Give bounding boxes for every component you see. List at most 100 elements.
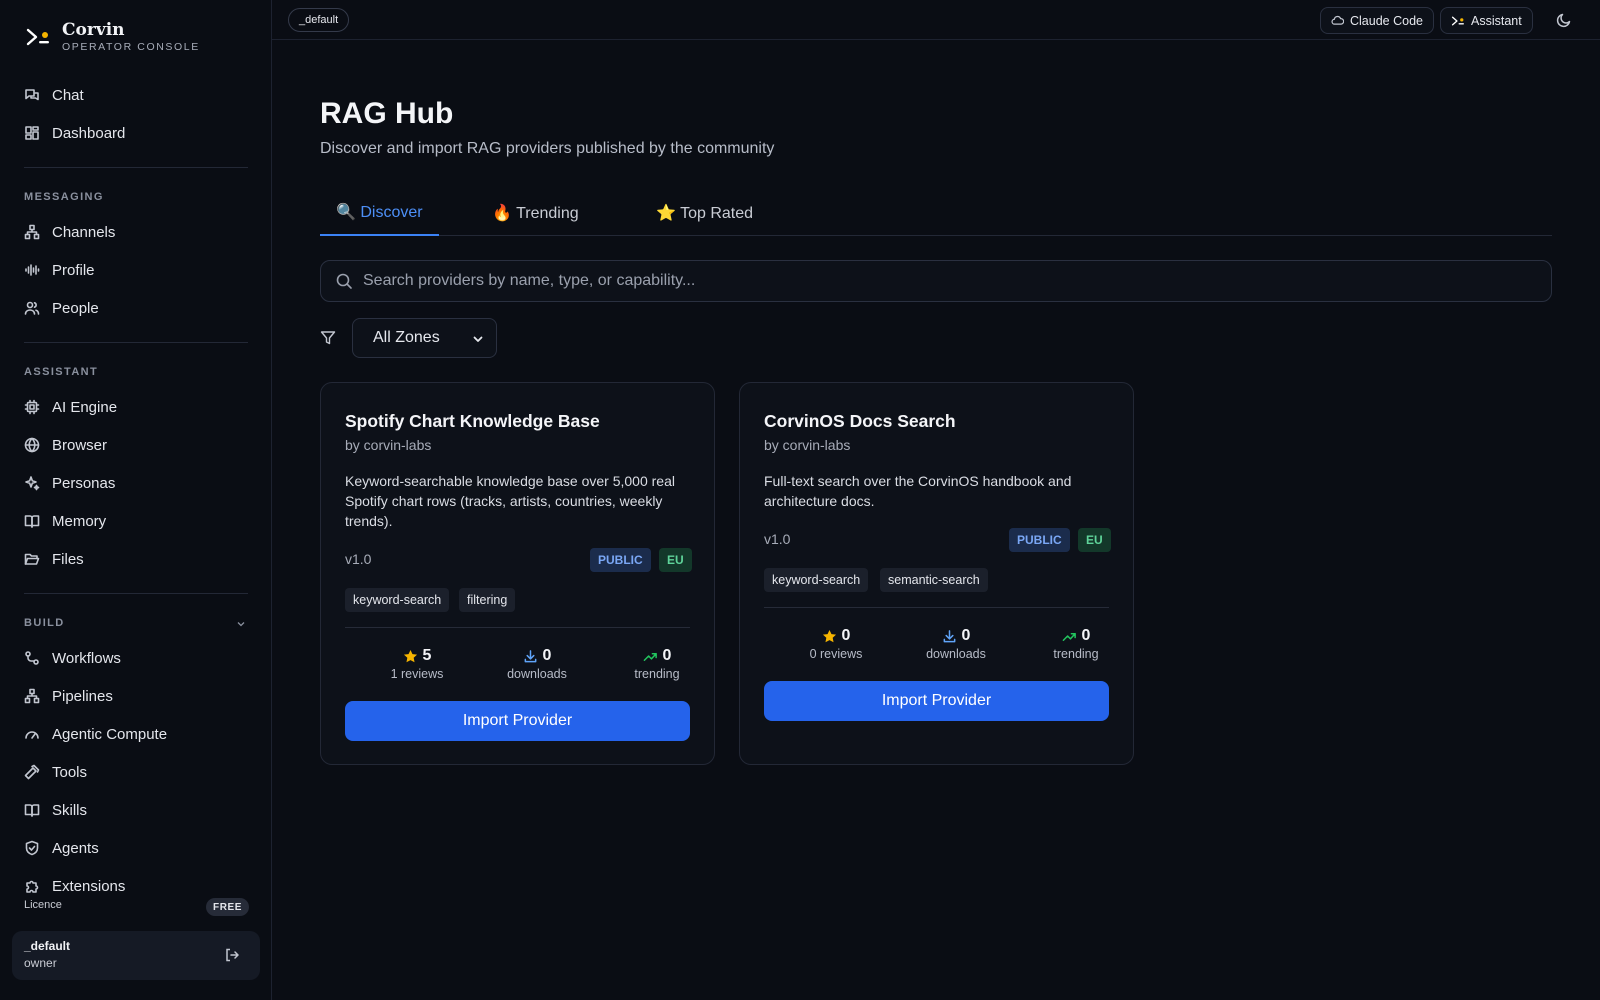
visibility-badge: PUBLIC	[590, 548, 651, 572]
sidebar-item-browser[interactable]: Browser	[24, 433, 107, 457]
sidebar-item-label: Agentic Compute	[52, 725, 168, 743]
sidebar-item-dashboard[interactable]: Dashboard	[24, 121, 125, 145]
logout-icon[interactable]	[224, 947, 240, 963]
sidebar-item-personas[interactable]: Personas	[24, 471, 115, 495]
sidebar-item-workflows[interactable]: Workflows	[24, 646, 121, 670]
sidebar-item-label: Pipelines	[52, 687, 113, 705]
cloud-icon	[1331, 15, 1344, 25]
sidebar-item-people[interactable]: People	[24, 296, 99, 320]
sidebar: Corvin OPERATOR CONSOLE Chat Dashboard M…	[0, 0, 272, 1000]
download-icon	[943, 629, 955, 642]
provider-author: by corvin-labs	[764, 437, 851, 453]
page-subtitle: Discover and import RAG providers publis…	[320, 140, 775, 157]
shield-check-icon	[25, 840, 39, 856]
tab-bar: 🔍 Discover 🔥 Trending ⭐ Top Rated	[320, 190, 1552, 236]
sidebar-item-profile[interactable]: Profile	[24, 258, 95, 282]
divider	[764, 607, 1109, 608]
provider-card: Spotify Chart Knowledge Base by corvin-l…	[320, 382, 715, 765]
provider-version: v1.0	[764, 531, 791, 547]
folder-open-icon	[24, 553, 40, 565]
tab-top-rated[interactable]: ⭐ Top Rated	[640, 190, 769, 236]
rating-stat: 0 0 reviews	[786, 627, 886, 661]
zone-badge: EU	[1078, 528, 1111, 552]
sidebar-item-label: Personas	[52, 474, 116, 492]
capability-tag: semantic-search	[880, 568, 988, 592]
divider	[24, 593, 248, 594]
channels-icon	[24, 224, 40, 240]
chevron-down-icon[interactable]	[236, 619, 246, 629]
sidebar-item-label: Skills	[52, 801, 88, 819]
divider	[24, 342, 248, 343]
brand-subtitle: OPERATOR CONSOLE	[62, 41, 200, 53]
trending-stat: 0 trending	[1026, 627, 1126, 661]
zone-select-value: All Zones	[373, 329, 440, 346]
globe-icon	[24, 437, 40, 453]
tab-trending[interactable]: 🔥 Trending	[476, 190, 595, 236]
corvin-logo-icon	[1451, 16, 1464, 25]
zone-badge: EU	[659, 548, 692, 572]
dashboard-icon	[25, 126, 39, 140]
star-icon	[403, 649, 417, 662]
downloads-value: 0	[542, 647, 552, 664]
import-provider-button[interactable]: Import Provider	[345, 701, 690, 741]
reviews-label: 1 reviews	[390, 667, 444, 681]
search-bar	[320, 260, 1552, 302]
sidebar-item-label: Chat	[52, 86, 84, 104]
assistant-label: Assistant	[1471, 13, 1522, 28]
workspace-chip[interactable]: _default	[288, 8, 350, 32]
sidebar-item-channels[interactable]: Channels	[24, 220, 115, 244]
zone-select[interactable]: All Zones	[352, 318, 497, 358]
provider-card: CorvinOS Docs Search by corvin-labs Full…	[739, 382, 1134, 765]
sidebar-item-pipelines[interactable]: Pipelines	[24, 684, 113, 708]
sidebar-item-label: AI Engine	[52, 398, 118, 416]
divider	[24, 167, 248, 168]
provider-title: Spotify Chart Knowledge Base	[345, 411, 600, 431]
sidebar-item-label: Workflows	[52, 649, 121, 667]
download-icon	[524, 649, 536, 662]
sidebar-item-tools[interactable]: Tools	[24, 760, 87, 784]
sidebar-item-skills[interactable]: Skills	[24, 798, 87, 822]
brand[interactable]: Corvin OPERATOR CONSOLE	[24, 20, 200, 54]
moon-icon[interactable]	[1556, 12, 1572, 28]
tab-discover[interactable]: 🔍 Discover	[320, 190, 439, 236]
puzzle-icon	[26, 880, 39, 893]
provider-title: CorvinOS Docs Search	[764, 411, 956, 431]
sidebar-item-agentic-compute[interactable]: Agentic Compute	[24, 722, 167, 746]
search-input[interactable]	[363, 272, 1551, 290]
search-icon	[336, 273, 352, 289]
trending-value: 0	[662, 647, 672, 664]
assistant-button[interactable]: Assistant	[1440, 7, 1533, 34]
capability-tag: keyword-search	[764, 568, 869, 592]
sidebar-item-chat[interactable]: Chat	[24, 83, 84, 107]
downloads-value: 0	[961, 627, 971, 644]
trending-value: 0	[1081, 627, 1091, 644]
people-icon	[24, 301, 40, 315]
sidebar-item-label: Tools	[52, 763, 88, 781]
section-label-assistant: ASSISTANT	[24, 366, 99, 378]
visibility-badge: PUBLIC	[1009, 528, 1070, 552]
book-open-icon	[24, 515, 40, 528]
hammer-icon	[24, 764, 40, 780]
sidebar-item-label: Agents	[52, 839, 99, 857]
sidebar-item-files[interactable]: Files	[24, 547, 84, 571]
sidebar-item-extensions[interactable]: Extensions	[24, 874, 125, 898]
provider-author: by corvin-labs	[345, 437, 432, 453]
downloads-label: downloads	[926, 647, 986, 661]
sidebar-item-label: Channels	[52, 223, 116, 241]
import-provider-button[interactable]: Import Provider	[764, 681, 1109, 721]
sidebar-item-label: Browser	[52, 436, 108, 454]
rating-stat: 5 1 reviews	[367, 647, 467, 681]
sidebar-item-label: Files	[52, 550, 84, 568]
trending-stat: 0 trending	[607, 647, 707, 681]
sidebar-item-ai-engine[interactable]: AI Engine	[24, 395, 117, 419]
sidebar-item-agents[interactable]: Agents	[24, 836, 99, 860]
user-card[interactable]: _default owner	[12, 931, 260, 980]
claude-code-button[interactable]: Claude Code	[1320, 7, 1434, 34]
book-icon	[24, 804, 40, 817]
provider-version: v1.0	[345, 551, 372, 567]
rating-value: 0	[841, 627, 851, 644]
sidebar-item-label: Dashboard	[52, 124, 126, 142]
user-role: owner	[24, 956, 57, 970]
sidebar-item-memory[interactable]: Memory	[24, 509, 106, 533]
licence-label: Licence	[24, 899, 62, 911]
